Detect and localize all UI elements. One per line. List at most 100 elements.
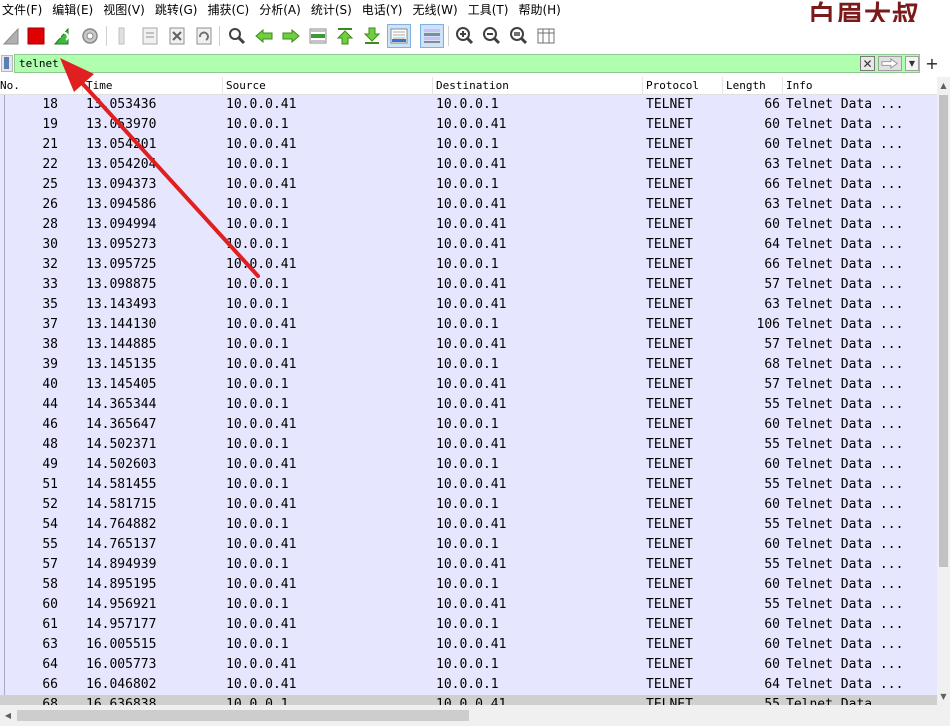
packet-row[interactable]: 51 14.581455 10.0.0.1 10.0.0.41 TELNET 55 Teln… [0, 475, 937, 495]
packet-cell-len: 68 [764, 357, 780, 372]
packet-row[interactable]: 58 14.895195 10.0.0.41 10.0.0.1 TELNET 60 Teln… [0, 575, 937, 595]
column-header-no[interactable]: No. [0, 77, 83, 95]
column-header-destination[interactable]: Destination [433, 77, 643, 95]
apply-filter-icon[interactable] [878, 56, 902, 71]
normal-size-icon[interactable] [507, 24, 531, 48]
menu-wireless[interactable]: 无线(W) [410, 0, 465, 20]
packet-row[interactable]: 46 14.365647 10.0.0.41 10.0.0.1 TELNET 60 Teln… [0, 415, 937, 435]
find-packet-icon[interactable] [225, 24, 249, 48]
packet-list-horizontal-scrollbar[interactable]: ◀ [0, 705, 950, 726]
scroll-down-icon[interactable]: ▼ [937, 688, 950, 705]
scrollbar-thumb[interactable] [939, 95, 948, 567]
filter-bookmark-icon[interactable] [1, 55, 13, 72]
packet-row[interactable]: 60 14.956921 10.0.0.1 10.0.0.41 TELNET 55 Teln… [0, 595, 937, 615]
column-header-time[interactable]: Time [83, 77, 223, 95]
add-filter-button-icon[interactable]: + [923, 53, 941, 73]
packet-row[interactable]: 68 16.636838 10.0.0.1 10.0.0.41 TELNET 55 Teln… [0, 695, 937, 705]
capture-options-icon[interactable] [78, 24, 102, 48]
packet-row[interactable]: 18 13.053436 10.0.0.41 10.0.0.1 TELNET 66 Teln… [0, 95, 937, 115]
packet-cell-info: Telnet Data ... [786, 697, 904, 705]
packet-row[interactable]: 54 14.764882 10.0.0.1 10.0.0.41 TELNET 55 Teln… [0, 515, 937, 535]
last-packet-icon[interactable] [360, 24, 384, 48]
column-header-protocol[interactable]: Protocol [643, 77, 723, 95]
restart-capture-icon[interactable] [50, 24, 74, 48]
packet-cell-info: Telnet Data ... [786, 457, 904, 472]
scroll-left-icon[interactable]: ◀ [0, 707, 16, 724]
packet-row[interactable]: 39 13.145135 10.0.0.41 10.0.0.1 TELNET 68 Teln… [0, 355, 937, 375]
menu-edit[interactable]: 编辑(E) [49, 0, 100, 20]
close-file-icon[interactable] [165, 24, 189, 48]
menu-analyze[interactable]: 分析(A) [256, 0, 308, 20]
packet-cell-dst: 10.0.0.41 [436, 237, 507, 252]
packet-cell-src: 10.0.0.41 [226, 617, 297, 632]
packet-cell-src: 10.0.0.1 [226, 377, 289, 392]
packet-row[interactable]: 30 13.095273 10.0.0.1 10.0.0.41 TELNET 64 Teln… [0, 235, 937, 255]
packet-cell-no: 30 [42, 237, 58, 252]
packet-row[interactable]: 66 16.046802 10.0.0.41 10.0.0.1 TELNET 64 Teln… [0, 675, 937, 695]
go-to-packet-icon[interactable] [306, 24, 330, 48]
menu-file[interactable]: 文件(F) [0, 0, 49, 20]
auto-scroll-icon[interactable] [387, 24, 411, 48]
packet-row[interactable]: 40 13.145405 10.0.0.1 10.0.0.41 TELNET 57 Teln… [0, 375, 937, 395]
column-header-source[interactable]: Source [223, 77, 433, 95]
chevron-down-icon[interactable]: ▼ [905, 56, 919, 71]
scrollbar-thumb[interactable] [17, 710, 469, 721]
column-header-info[interactable]: Info [783, 77, 937, 95]
menu-statistics[interactable]: 统计(S) [308, 0, 359, 20]
packet-row[interactable]: 25 13.094373 10.0.0.41 10.0.0.1 TELNET 66 Teln… [0, 175, 937, 195]
packet-cell-dst: 10.0.0.41 [436, 117, 507, 132]
packet-list[interactable]: 18 13.053436 10.0.0.41 10.0.0.1 TELNET 66 Teln… [0, 95, 937, 705]
packet-cell-time: 16.005773 [86, 657, 157, 672]
packet-row[interactable]: 22 13.054204 10.0.0.1 10.0.0.41 TELNET 63 Teln… [0, 155, 937, 175]
menu-telephony[interactable]: 电话(Y) [359, 0, 410, 20]
menu-go[interactable]: 跳转(G) [152, 0, 205, 20]
packet-row[interactable]: 63 16.005515 10.0.0.1 10.0.0.41 TELNET 60 Teln… [0, 635, 937, 655]
packet-row[interactable]: 28 13.094994 10.0.0.1 10.0.0.41 TELNET 60 Teln… [0, 215, 937, 235]
save-file-icon[interactable] [138, 24, 162, 48]
first-packet-icon[interactable] [333, 24, 357, 48]
menu-tools[interactable]: 工具(T) [465, 0, 516, 20]
menu-help[interactable]: 帮助(H) [515, 0, 567, 20]
packet-row[interactable]: 32 13.095725 10.0.0.41 10.0.0.1 TELNET 66 Teln… [0, 255, 937, 275]
open-file-icon[interactable] [110, 24, 134, 48]
packet-row[interactable]: 61 14.957177 10.0.0.41 10.0.0.1 TELNET 60 Teln… [0, 615, 937, 635]
packet-cell-proto: TELNET [646, 177, 693, 192]
toolbar-separator [219, 26, 220, 46]
packet-cell-len: 55 [764, 477, 780, 492]
packet-row[interactable]: 19 13.053970 10.0.0.1 10.0.0.41 TELNET 60 Teln… [0, 115, 937, 135]
colorize-icon[interactable] [420, 24, 444, 48]
packet-row[interactable]: 37 13.144130 10.0.0.41 10.0.0.1 TELNET 106 Tel… [0, 315, 937, 335]
packet-row[interactable]: 64 16.005773 10.0.0.41 10.0.0.1 TELNET 60 Teln… [0, 655, 937, 675]
packet-cell-len: 63 [764, 157, 780, 172]
clear-filter-icon[interactable]: ✕ [860, 56, 875, 71]
zoom-in-icon[interactable] [453, 24, 477, 48]
packet-row[interactable]: 57 14.894939 10.0.0.1 10.0.0.41 TELNET 55 Teln… [0, 555, 937, 575]
packet-cell-info: Telnet Data ... [786, 437, 904, 452]
packet-cell-no: 22 [42, 157, 58, 172]
menu-view[interactable]: 视图(V) [100, 0, 152, 20]
packet-row[interactable]: 52 14.581715 10.0.0.41 10.0.0.1 TELNET 60 Teln… [0, 495, 937, 515]
go-back-icon[interactable] [252, 24, 276, 48]
menu-capture[interactable]: 捕获(C) [204, 0, 256, 20]
packet-row[interactable]: 33 13.098875 10.0.0.1 10.0.0.41 TELNET 57 Teln… [0, 275, 937, 295]
zoom-out-icon[interactable] [480, 24, 504, 48]
display-filter-input[interactable] [14, 54, 920, 73]
packet-row[interactable]: 35 13.143493 10.0.0.1 10.0.0.41 TELNET 63 Teln… [0, 295, 937, 315]
shark-fin-start-icon[interactable] [0, 24, 24, 48]
resize-columns-icon[interactable] [534, 24, 558, 48]
packet-row[interactable]: 55 14.765137 10.0.0.41 10.0.0.1 TELNET 60 Teln… [0, 535, 937, 555]
packet-cell-time: 16.005515 [86, 637, 157, 652]
scroll-up-icon[interactable]: ▲ [937, 77, 950, 94]
packet-row[interactable]: 48 14.502371 10.0.0.1 10.0.0.41 TELNET 55 Teln… [0, 435, 937, 455]
packet-row[interactable]: 38 13.144885 10.0.0.1 10.0.0.41 TELNET 57 Teln… [0, 335, 937, 355]
packet-row[interactable]: 49 14.502603 10.0.0.41 10.0.0.1 TELNET 60 Teln… [0, 455, 937, 475]
reload-file-icon[interactable] [192, 24, 216, 48]
column-header-length[interactable]: Length [723, 77, 783, 95]
stop-capture-icon[interactable] [24, 24, 48, 48]
packet-row[interactable]: 26 13.094586 10.0.0.1 10.0.0.41 TELNET 63 Teln… [0, 195, 937, 215]
go-forward-icon[interactable] [279, 24, 303, 48]
packet-list-vertical-scrollbar[interactable]: ▲ ▼ [937, 77, 950, 705]
packet-row[interactable]: 44 14.365344 10.0.0.1 10.0.0.41 TELNET 55 Teln… [0, 395, 937, 415]
packet-cell-proto: TELNET [646, 417, 693, 432]
packet-row[interactable]: 21 13.054201 10.0.0.41 10.0.0.1 TELNET 60 Teln… [0, 135, 937, 155]
